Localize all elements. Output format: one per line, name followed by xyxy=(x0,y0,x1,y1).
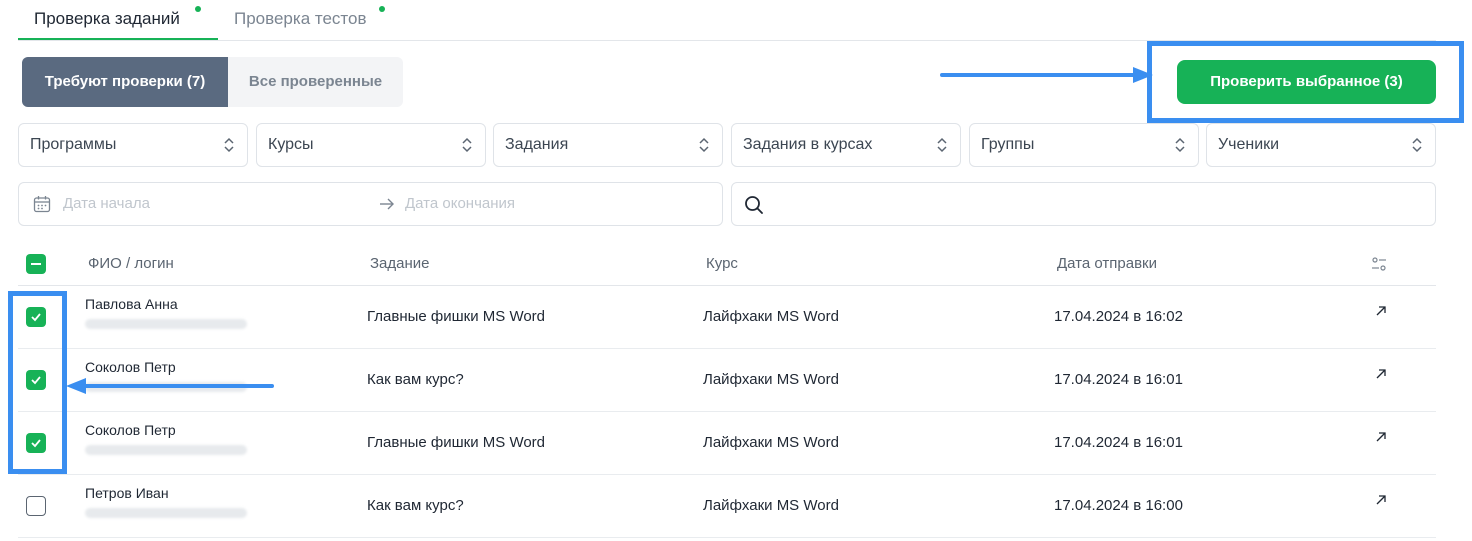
student-name: Соколов Петр xyxy=(85,422,176,438)
course-cell: Лайфхаки MS Word xyxy=(703,497,839,514)
filter-students[interactable]: Ученики xyxy=(1206,123,1436,167)
external-link-icon[interactable] xyxy=(1375,431,1387,443)
column-course[interactable]: Курс xyxy=(706,242,738,286)
date-end-placeholder[interactable]: Дата окончания xyxy=(405,183,515,225)
chevron-updown-icon xyxy=(699,137,709,153)
filter-groups[interactable]: Группы xyxy=(969,123,1199,167)
task-cell: Как вам курс? xyxy=(367,497,464,514)
tab-test-review[interactable]: Проверка тестов xyxy=(234,0,385,40)
search-icon xyxy=(745,196,763,214)
select-all-checkbox[interactable] xyxy=(26,254,46,274)
column-name-login[interactable]: ФИО / логин xyxy=(88,242,174,286)
annotation-box-checkboxes xyxy=(8,291,67,474)
date-cell: 17.04.2024 в 16:01 xyxy=(1054,434,1183,451)
chevron-updown-icon xyxy=(937,137,947,153)
tab-task-review[interactable]: Проверка заданий xyxy=(18,0,218,40)
table-row[interactable]: Петров Иван Как вам курс? Лайфхаки MS Wo… xyxy=(18,475,1436,538)
filter-tasks[interactable]: Задания xyxy=(493,123,723,167)
tab-task-review-label: Проверка заданий xyxy=(34,9,180,28)
filter-course-tasks[interactable]: Задания в курсах xyxy=(731,123,961,167)
student-login-blurred xyxy=(85,508,247,518)
row-checkbox[interactable] xyxy=(26,496,46,516)
student-name: Соколов Петр xyxy=(85,359,176,375)
external-link-icon[interactable] xyxy=(1375,305,1387,317)
calendar-icon xyxy=(33,196,51,213)
course-cell: Лайфхаки MS Word xyxy=(703,434,839,451)
filter-groups-label: Группы xyxy=(981,136,1035,153)
annotation-arrow-right xyxy=(940,67,1153,83)
course-cell: Лайфхаки MS Word xyxy=(703,371,839,388)
filter-courses-label: Курсы xyxy=(268,136,314,153)
date-cell: 17.04.2024 в 16:00 xyxy=(1054,497,1183,514)
table-row[interactable]: Павлова Анна Главные фишки MS Word Лайфх… xyxy=(18,286,1436,349)
student-login-blurred xyxy=(85,319,247,329)
review-status-toggle: Требуют проверки (7) Все проверенные xyxy=(22,57,403,107)
column-task[interactable]: Задание xyxy=(370,242,430,286)
table-header: ФИО / логин Задание Курс Дата отправки xyxy=(18,242,1436,286)
filter-courses[interactable]: Курсы xyxy=(256,123,486,167)
search-input[interactable] xyxy=(731,182,1436,226)
column-settings-icon[interactable] xyxy=(1371,256,1387,272)
task-cell: Главные фишки MS Word xyxy=(367,434,546,451)
date-cell: 17.04.2024 в 16:02 xyxy=(1054,308,1183,325)
course-cell: Лайфхаки MS Word xyxy=(703,308,839,325)
date-cell: 17.04.2024 в 16:01 xyxy=(1054,371,1183,388)
filter-students-label: Ученики xyxy=(1218,136,1280,153)
student-name: Петров Иван xyxy=(85,485,169,501)
filter-programs[interactable]: Программы xyxy=(18,123,248,167)
tab-test-review-label: Проверка тестов xyxy=(234,9,367,28)
filter-programs-label: Программы xyxy=(30,136,117,153)
external-link-icon[interactable] xyxy=(1375,368,1387,380)
chevron-updown-icon xyxy=(224,137,234,153)
chevron-updown-icon xyxy=(1412,137,1422,153)
filter-course-tasks-label: Задания в курсах xyxy=(743,136,873,153)
task-cell: Как вам курс? xyxy=(367,371,464,388)
task-cell: Главные фишки MS Word xyxy=(367,308,546,325)
annotation-arrow-left xyxy=(66,378,274,394)
tabs-bar: Проверка заданий Проверка тестов xyxy=(18,0,1436,41)
all-reviewed-button[interactable]: Все проверенные xyxy=(228,57,403,107)
tab-test-review-dot xyxy=(379,6,385,12)
external-link-icon[interactable] xyxy=(1375,494,1387,506)
student-name: Павлова Анна xyxy=(85,296,178,312)
arrow-right-icon xyxy=(380,198,394,210)
date-start-placeholder[interactable]: Дата начала xyxy=(63,183,150,225)
tab-task-review-dot xyxy=(195,6,201,12)
chevron-updown-icon xyxy=(1175,137,1185,153)
date-range-picker[interactable]: Дата начала Дата окончания xyxy=(18,182,723,226)
column-sent-date[interactable]: Дата отправки xyxy=(1057,242,1157,286)
check-selected-button[interactable]: Проверить выбранное (3) xyxy=(1177,60,1436,104)
student-login-blurred xyxy=(85,445,247,455)
requires-review-button[interactable]: Требуют проверки (7) xyxy=(22,57,228,107)
chevron-updown-icon xyxy=(462,137,472,153)
minus-icon xyxy=(31,263,41,265)
filter-tasks-label: Задания xyxy=(505,136,569,153)
table-row[interactable]: Соколов Петр Главные фишки MS Word Лайфх… xyxy=(18,412,1436,475)
